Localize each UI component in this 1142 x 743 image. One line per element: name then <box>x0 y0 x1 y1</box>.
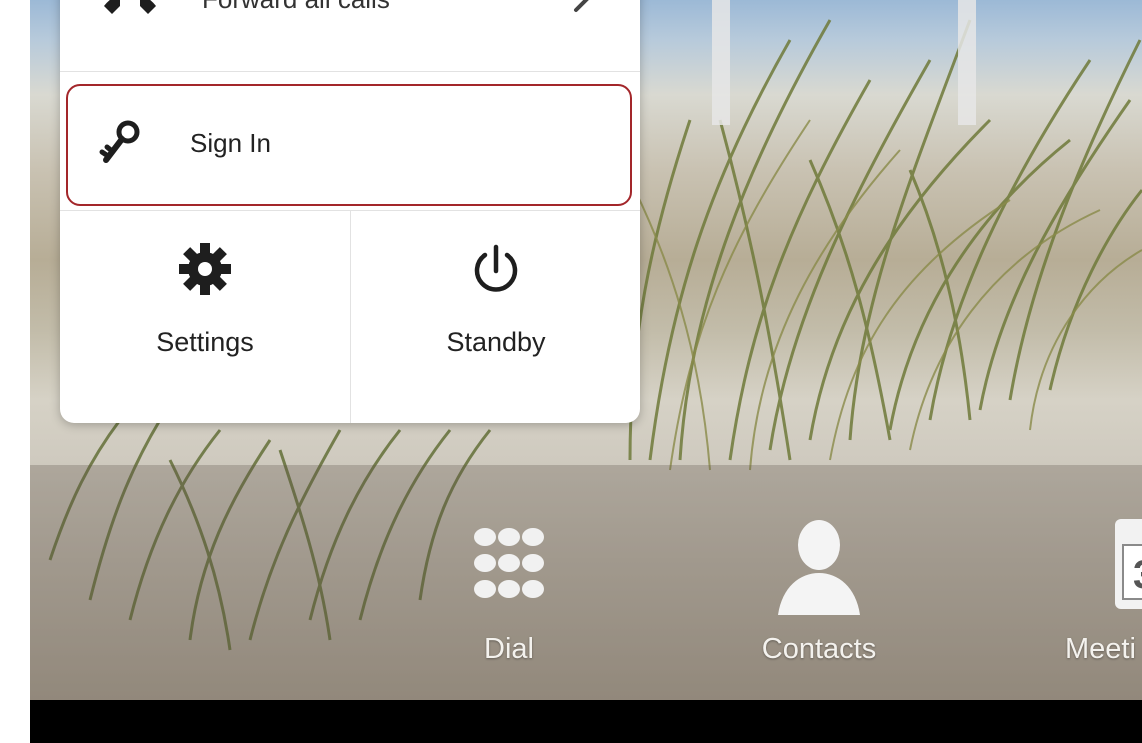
contacts-label: Contacts <box>761 633 877 665</box>
settings-button[interactable]: Settings <box>60 211 350 423</box>
sign-in-button[interactable]: Sign In <box>66 84 632 206</box>
bottom-bar <box>30 700 1142 743</box>
standby-label: Standby <box>446 327 546 357</box>
sign-in-label: Sign In <box>190 128 271 158</box>
meetings-button[interactable]: 31 Meeti <box>1045 505 1142 675</box>
person-icon <box>778 520 860 615</box>
power-icon <box>474 244 518 292</box>
contacts-button[interactable]: Contacts <box>734 505 904 675</box>
phone-forward-icon <box>104 0 156 14</box>
dial-button[interactable]: Dial <box>424 505 594 675</box>
meetings-label: Meeti <box>1065 633 1136 665</box>
calendar-icon-text: 31 <box>1133 553 1142 597</box>
calendar-icon: 31 <box>1115 519 1142 609</box>
dial-label: Dial <box>484 633 534 665</box>
key-icon <box>99 120 140 163</box>
standby-button[interactable]: Standby <box>351 211 640 423</box>
keypad-icon <box>474 528 544 598</box>
forward-all-calls-item[interactable]: Forward all calls <box>60 0 640 72</box>
settings-label: Settings <box>156 327 254 357</box>
device-screen: Forward all calls Sign In <box>30 0 1142 743</box>
forward-all-calls-label: Forward all calls <box>202 0 390 15</box>
settings-menu-popup: Forward all calls Sign In <box>60 0 640 423</box>
chevron-right-icon <box>574 0 589 12</box>
gear-icon <box>179 243 231 295</box>
